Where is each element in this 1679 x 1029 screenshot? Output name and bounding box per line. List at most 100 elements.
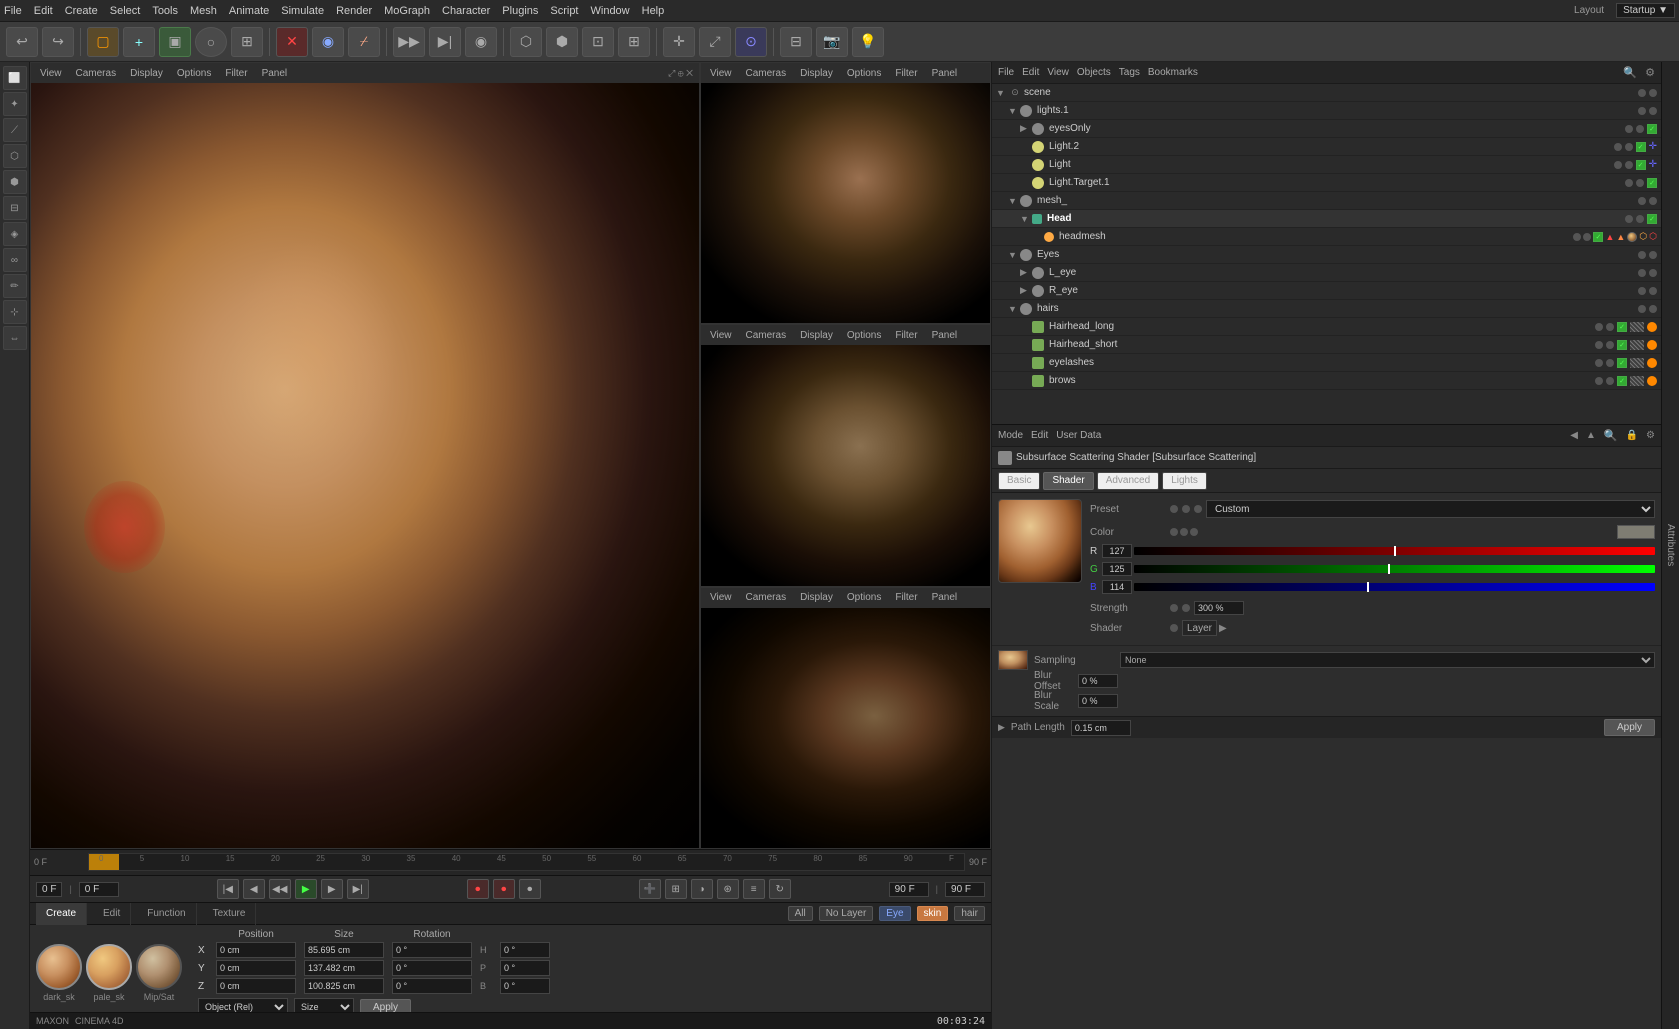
points-button[interactable]: ⬡ (510, 27, 542, 57)
menu-tools[interactable]: Tools (152, 5, 178, 17)
render-button[interactable]: ⊙ (735, 27, 767, 57)
tree-item-scene[interactable]: ▼ ⊙ scene (992, 84, 1661, 102)
br-view[interactable]: View (707, 592, 735, 603)
tree-item-hairs[interactable]: ▼ hairs (992, 300, 1661, 318)
rotate-button[interactable]: ○ (195, 27, 227, 57)
key-all-button[interactable]: ⏺ (519, 879, 541, 899)
menu-window[interactable]: Window (591, 5, 630, 17)
b-slider-track[interactable] (1134, 583, 1655, 591)
layer-label[interactable]: Layer (1182, 620, 1217, 636)
sh-objects[interactable]: Objects (1077, 67, 1111, 78)
move-tool-button[interactable]: ✛ (663, 27, 695, 57)
sm-arrow-up[interactable]: ▲ (1586, 430, 1596, 441)
tree-item-leye[interactable]: ▶ L_eye (992, 264, 1661, 282)
camera-button[interactable]: 📷 (816, 27, 848, 57)
play-forward-button[interactable]: ▶ (295, 879, 317, 899)
sm-arrow-left[interactable]: ◀ (1570, 430, 1578, 441)
expand-lights1[interactable]: ▼ (1008, 106, 1020, 116)
layer-button[interactable]: ≡ (743, 879, 765, 899)
motion-button[interactable]: ➕ (639, 879, 661, 899)
menu-simulate[interactable]: Simulate (281, 5, 324, 17)
bridge-tool[interactable]: ⊟ (3, 196, 27, 220)
pose-button[interactable]: ◑ (691, 879, 713, 899)
sm-search[interactable]: 🔍 (1604, 429, 1618, 442)
menu-character[interactable]: Character (442, 5, 490, 17)
tree-item-eyes[interactable]: ▼ Eyes (992, 246, 1661, 264)
mat-ball-mip[interactable] (136, 944, 182, 990)
mid-right-vp-content[interactable] (701, 345, 990, 585)
br-panel[interactable]: Panel (929, 592, 961, 603)
x-pos-input[interactable] (216, 942, 296, 958)
y-rot-input[interactable] (392, 960, 472, 976)
layer-expand[interactable]: ▶ (1219, 623, 1227, 634)
menu-script[interactable]: Script (550, 5, 578, 17)
vp-filter[interactable]: Filter (222, 68, 250, 79)
menu-create[interactable]: Create (65, 5, 98, 17)
menu-select[interactable]: Select (110, 5, 141, 17)
mr-display[interactable]: Display (797, 330, 836, 341)
sh-view[interactable]: View (1047, 67, 1069, 78)
tree-item-brows[interactable]: brows ✓ (992, 372, 1661, 390)
sm-gear[interactable]: ⚙ (1646, 430, 1655, 441)
color-swatch-main[interactable] (1617, 525, 1655, 539)
loop-tool[interactable]: ∞ (3, 248, 27, 272)
menu-edit[interactable]: Edit (34, 5, 53, 17)
move-button[interactable]: ⊞ (231, 27, 263, 57)
knife-tool[interactable]: ⟋ (3, 118, 27, 142)
menu-mesh[interactable]: Mesh (190, 5, 217, 17)
tr-panel[interactable]: Panel (929, 68, 961, 79)
mix-button[interactable]: ⊞ (665, 879, 687, 899)
tab-function[interactable]: Function (137, 903, 196, 925)
refresh-button[interactable]: ↻ (769, 879, 791, 899)
record-button-2[interactable]: ⏺ (467, 879, 489, 899)
vp-options[interactable]: Options (174, 68, 214, 79)
next-frame-button[interactable]: ▶ (321, 879, 343, 899)
mr-cameras[interactable]: Cameras (743, 330, 790, 341)
edges-button[interactable]: ⬢ (546, 27, 578, 57)
p-input[interactable] (500, 960, 550, 976)
mr-options[interactable]: Options (844, 330, 884, 341)
undo-button[interactable]: ↩ (6, 27, 38, 57)
start-time[interactable]: 0 F (36, 882, 62, 897)
expand-reye[interactable]: ▶ (1020, 285, 1032, 296)
z-pos-input[interactable] (216, 978, 296, 994)
mat-ball-pale-sk[interactable] (86, 944, 132, 990)
strength-input[interactable] (1194, 601, 1244, 615)
play-backward-button[interactable]: ◀◀ (269, 879, 291, 899)
g-slider-track[interactable] (1134, 565, 1655, 573)
br-options[interactable]: Options (844, 592, 884, 603)
mr-view[interactable]: View (707, 330, 735, 341)
mat-ball-dark-sk[interactable] (36, 944, 82, 990)
go-start-button[interactable]: |◀ (217, 879, 239, 899)
bevel-tool[interactable]: ◈ (3, 222, 27, 246)
b-input[interactable] (500, 978, 550, 994)
r-slider-track[interactable] (1134, 547, 1655, 555)
g-input[interactable] (1102, 562, 1132, 576)
bot-right-viewport[interactable]: View Cameras Display Options Filter Pane… (700, 587, 991, 849)
redo-button[interactable]: ↪ (42, 27, 74, 57)
clip-button[interactable]: ⊛ (717, 879, 739, 899)
sh-bookmarks[interactable]: Bookmarks (1148, 67, 1198, 78)
tree-item-headmesh[interactable]: headmesh ✓ ▲ ▲ ⬡ ⬡ (992, 228, 1661, 246)
y-size-input[interactable] (304, 960, 384, 976)
tr-options[interactable]: Options (844, 68, 884, 79)
tree-item-light2[interactable]: Light.2 ✓ ✛ (992, 138, 1661, 156)
top-right-viewport[interactable]: View Cameras Display Options Filter Pane… (700, 62, 991, 324)
blur-offset-input[interactable] (1078, 674, 1118, 688)
br-cameras[interactable]: Cameras (743, 592, 790, 603)
tree-item-hairlong[interactable]: Hairhead_long ✓ (992, 318, 1661, 336)
path-expand[interactable]: ▶ (998, 722, 1005, 733)
sculpt-tool[interactable]: ⊹ (3, 300, 27, 324)
sh-search-icon[interactable]: 🔍 (1623, 66, 1637, 79)
tag-nolayer[interactable]: No Layer (819, 906, 874, 921)
go-end-button[interactable]: ▶| (347, 879, 369, 899)
vp-expand-icon[interactable]: ⤢ ⊕ ✕ (668, 68, 693, 79)
tab-advanced[interactable]: Advanced (1097, 472, 1159, 490)
vp-display[interactable]: Display (127, 68, 166, 79)
b-input[interactable] (1102, 580, 1132, 594)
sh-gear-icon[interactable]: ⚙ (1645, 66, 1655, 79)
mirror-tool[interactable]: ⇔ (3, 326, 27, 350)
tree-item-lights1[interactable]: ▼ lights.1 (992, 102, 1661, 120)
tab-shader[interactable]: Shader (1043, 472, 1093, 490)
blur-scale-input[interactable] (1078, 694, 1118, 708)
